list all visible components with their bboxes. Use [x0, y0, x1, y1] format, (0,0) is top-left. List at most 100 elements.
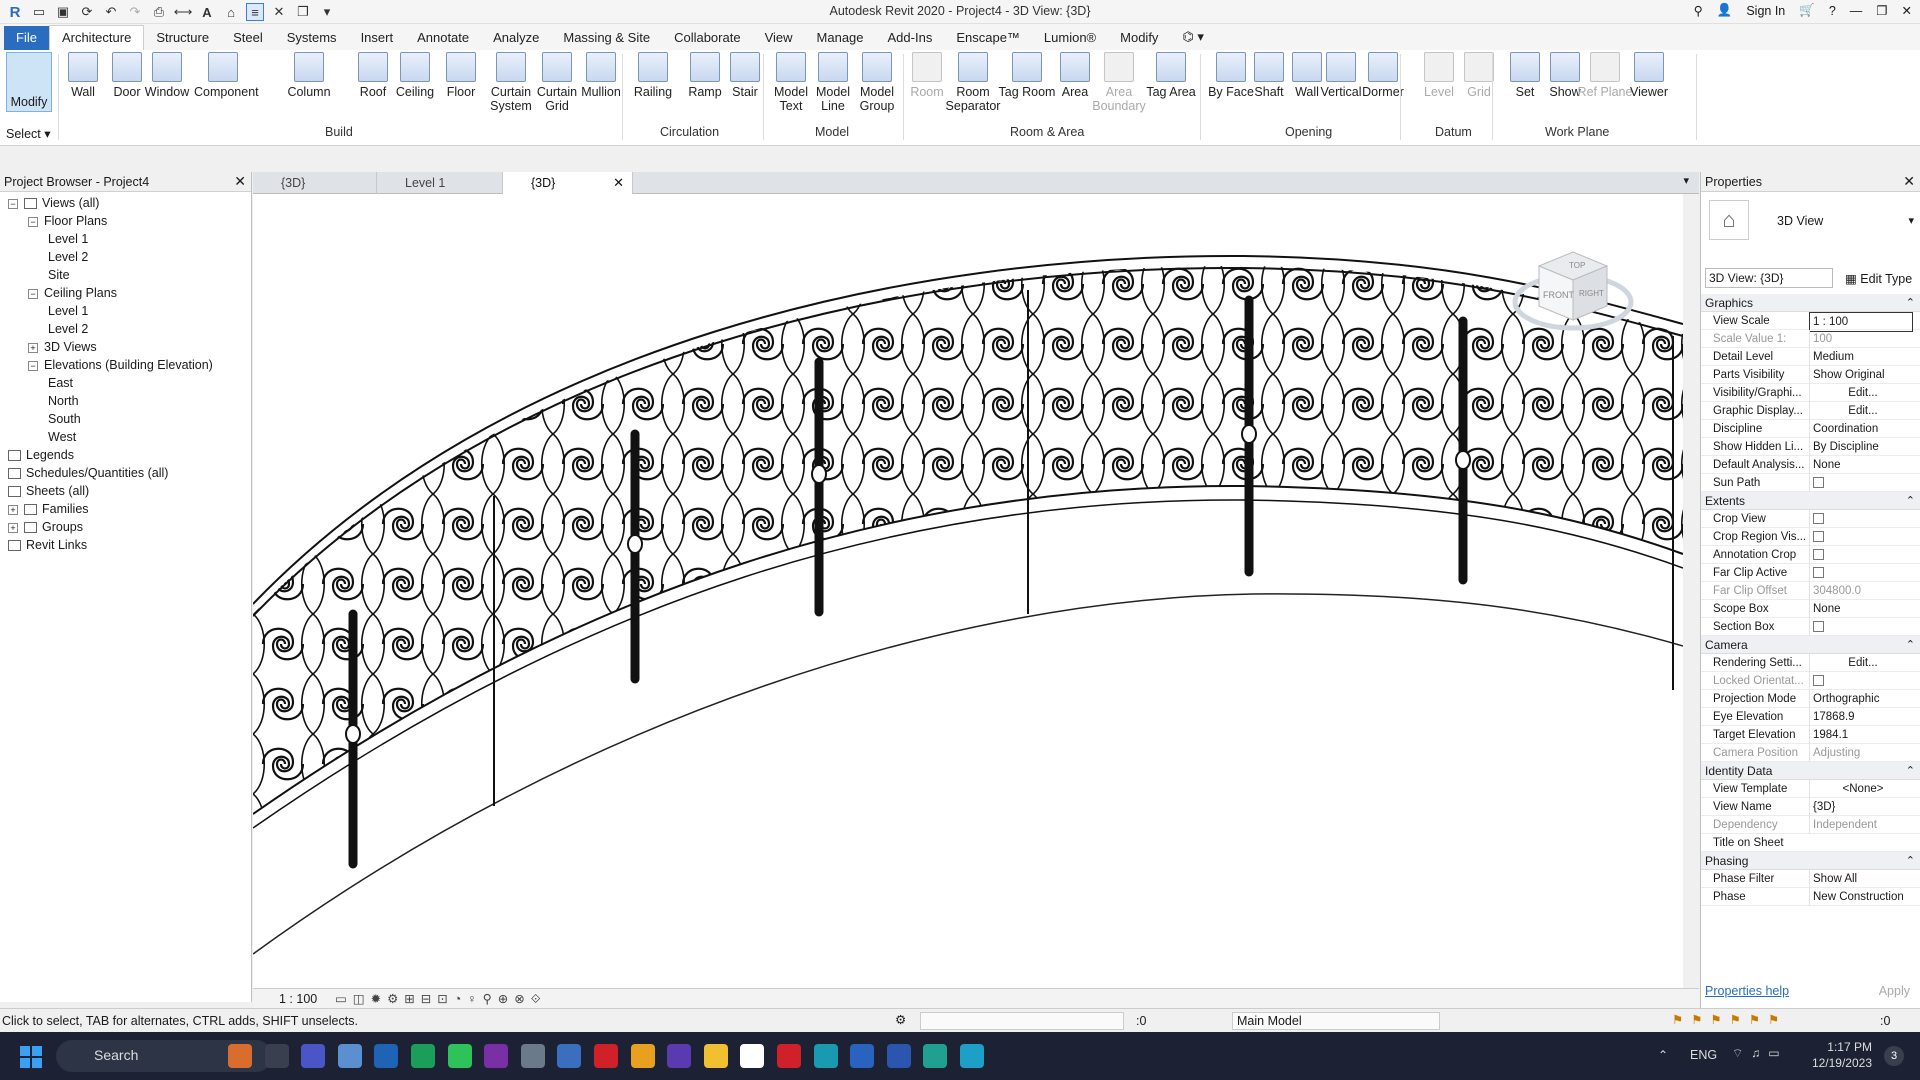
tree-item[interactable]: Legends: [8, 446, 74, 464]
view-control-icons[interactable]: ▭◫✹⚙⊞⊟⊡◔♀⚲⊕⊗⟐: [335, 991, 547, 1007]
property-value[interactable]: Show All: [1809, 870, 1913, 888]
property-value[interactable]: Coordination: [1809, 420, 1913, 438]
property-value[interactable]: [1809, 546, 1913, 564]
property-row[interactable]: Phase New Construction: [1701, 888, 1920, 906]
tree-item[interactable]: Level 1: [48, 302, 88, 320]
selection-toggle-icons[interactable]: ⚑⚑⚑⚑⚑⚑: [1672, 1012, 1787, 1027]
tab-collaborate[interactable]: Collaborate: [662, 26, 753, 50]
tabs-dropdown-icon[interactable]: ▾: [1683, 174, 1689, 187]
taskbar-app-icon[interactable]: [228, 1044, 252, 1068]
property-row[interactable]: Visibility/Graphi... Edit...: [1701, 384, 1920, 402]
property-row[interactable]: Scale Value 1: 100: [1701, 330, 1920, 348]
view-selector[interactable]: 3D View: {3D}: [1705, 268, 1833, 288]
ribbon-button-dormer[interactable]: Dormer: [1354, 52, 1412, 99]
property-value[interactable]: Show Original: [1809, 366, 1913, 384]
property-value[interactable]: 1 : 100: [1809, 312, 1913, 332]
property-value[interactable]: {3D}: [1809, 798, 1913, 816]
taskbar-app-icon[interactable]: [960, 1044, 984, 1068]
collapse-icon[interactable]: −: [28, 216, 38, 227]
expand-icon[interactable]: +: [8, 522, 18, 533]
tree-item[interactable]: − Floor Plans: [28, 212, 107, 230]
property-value[interactable]: Edit...: [1809, 654, 1913, 672]
tab-analyze[interactable]: Analyze: [481, 26, 551, 50]
property-row[interactable]: Eye Elevation 17868.9: [1701, 708, 1920, 726]
property-value[interactable]: None: [1809, 456, 1913, 474]
property-row[interactable]: Parts Visibility Show Original: [1701, 366, 1920, 384]
text-icon[interactable]: A: [198, 3, 216, 21]
section-graphics[interactable]: Graphics ⌃: [1701, 294, 1920, 312]
tree-item[interactable]: + Families: [8, 500, 89, 518]
close-hidden-icon[interactable]: ✕: [270, 3, 288, 21]
ribbon-button-railing[interactable]: Railing: [624, 52, 682, 99]
taskbar-app-icon[interactable]: [850, 1044, 875, 1068]
switch-windows-icon[interactable]: ❐: [294, 3, 312, 21]
checkbox[interactable]: [1813, 567, 1824, 579]
tab-add-ins[interactable]: Add-Ins: [876, 26, 945, 50]
tab-3d-view[interactable]: {3D}: [253, 172, 377, 194]
tree-item[interactable]: East: [48, 374, 73, 392]
section-phasing[interactable]: Phasing ⌃: [1701, 852, 1920, 870]
property-row[interactable]: Scope Box None: [1701, 600, 1920, 618]
show-hidden-icon[interactable]: ⌃: [1658, 1048, 1668, 1062]
checkbox[interactable]: [1813, 675, 1824, 687]
type-name[interactable]: 3D View: [1777, 214, 1823, 228]
design-options-dropdown[interactable]: Main Model: [1232, 1012, 1440, 1030]
sign-in-link[interactable]: Sign In: [1746, 4, 1785, 18]
property-row[interactable]: Crop Region Vis...: [1701, 528, 1920, 546]
tab-level-1[interactable]: Level 1: [377, 172, 503, 194]
tree-item[interactable]: Level 2: [48, 248, 88, 266]
close-button[interactable]: ✕: [1902, 3, 1912, 18]
clock-date[interactable]: 12/19/2023: [1806, 1056, 1872, 1070]
section-extents[interactable]: Extents ⌃: [1701, 492, 1920, 510]
tab-massing-site[interactable]: Massing & Site: [551, 26, 662, 50]
tab-view[interactable]: View: [753, 26, 805, 50]
taskbar-app-icon[interactable]: [374, 1044, 399, 1068]
tree-item[interactable]: − Views (all): [8, 194, 99, 212]
tab-enscape[interactable]: Enscape™: [944, 26, 1032, 50]
system-tray-icons[interactable]: ⌔♫▭: [1732, 1046, 1788, 1061]
windows-start-icon[interactable]: [20, 1046, 42, 1068]
property-row[interactable]: Dependency Independent: [1701, 816, 1920, 834]
ribbon-options-icon[interactable]: ⌬ ▾: [1170, 25, 1216, 50]
tree-item[interactable]: North: [48, 392, 79, 410]
ribbon-button-column[interactable]: Column: [280, 52, 338, 99]
close-tab-icon[interactable]: ✕: [613, 172, 624, 194]
properties-help-link[interactable]: Properties help: [1705, 984, 1789, 998]
view-scale[interactable]: 1 : 100: [279, 992, 317, 1006]
select-dropdown[interactable]: Select ▾: [6, 126, 51, 141]
customize-qat-icon[interactable]: ▾: [318, 3, 336, 21]
save-icon[interactable]: ▣: [54, 3, 72, 21]
section-camera[interactable]: Camera ⌃: [1701, 636, 1920, 654]
property-row[interactable]: View Template <None>: [1701, 780, 1920, 798]
tab-insert[interactable]: Insert: [349, 26, 406, 50]
close-icon[interactable]: ✕: [1903, 173, 1915, 190]
property-row[interactable]: Rendering Setti... Edit...: [1701, 654, 1920, 672]
measure-icon[interactable]: ⟷: [174, 3, 193, 21]
property-value[interactable]: Edit...: [1809, 384, 1913, 402]
user-icon[interactable]: 👤: [1717, 3, 1733, 18]
ribbon-button-area-boundary[interactable]: Area Boundary: [1090, 52, 1148, 113]
checkbox[interactable]: [1813, 531, 1824, 543]
property-value[interactable]: Medium: [1809, 348, 1913, 366]
property-value[interactable]: [1809, 564, 1913, 582]
property-value[interactable]: None: [1809, 600, 1913, 618]
property-row[interactable]: Discipline Coordination: [1701, 420, 1920, 438]
property-value[interactable]: 17868.9: [1809, 708, 1913, 726]
ribbon-button-tag-area[interactable]: Tag Area: [1142, 52, 1200, 99]
type-dropdown-icon[interactable]: ▾: [1908, 214, 1914, 227]
property-row[interactable]: View Name {3D}: [1701, 798, 1920, 816]
tab-manage[interactable]: Manage: [805, 26, 876, 50]
tree-item[interactable]: Level 1: [48, 230, 88, 248]
close-icon[interactable]: ✕: [234, 173, 246, 190]
tab-architecture[interactable]: Architecture: [48, 25, 145, 50]
expand-icon[interactable]: +: [28, 342, 38, 353]
ribbon-button-room-separator[interactable]: Room Separator: [944, 52, 1002, 113]
property-row[interactable]: Camera Position Adjusting: [1701, 744, 1920, 762]
property-row[interactable]: Crop View: [1701, 510, 1920, 528]
property-value[interactable]: Edit...: [1809, 402, 1913, 420]
taskbar-app-icon[interactable]: [557, 1044, 582, 1068]
taskbar-app-icon[interactable]: [740, 1044, 765, 1068]
expand-icon[interactable]: +: [8, 504, 18, 515]
redo-icon[interactable]: ↷: [126, 3, 144, 21]
tree-item[interactable]: Sheets (all): [8, 482, 89, 500]
